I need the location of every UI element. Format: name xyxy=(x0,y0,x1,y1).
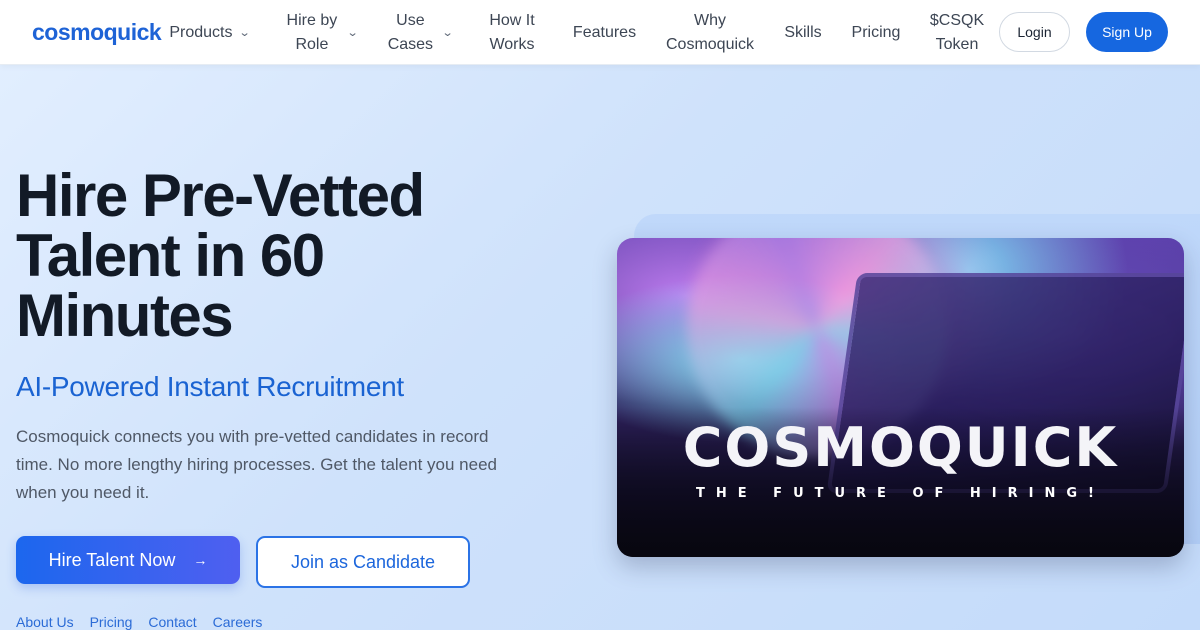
nav-item-pricing[interactable]: Pricing xyxy=(848,0,904,65)
footer-link-about[interactable]: About Us xyxy=(16,614,74,630)
login-button[interactable]: Login xyxy=(999,12,1070,52)
hero-image: COSMOQUICK THE FUTURE OF HIRING! xyxy=(617,238,1184,557)
nav-item-label: Features xyxy=(572,23,637,41)
site-logo[interactable]: cosmoquick xyxy=(32,19,162,46)
footer-link-pricing[interactable]: Pricing xyxy=(90,614,133,630)
footer-link-contact[interactable]: Contact xyxy=(148,614,196,630)
nav-item-why-cosmoquick[interactable]: Why Cosmoquick xyxy=(660,0,760,65)
nav-item-how-it-works[interactable]: How It Works xyxy=(484,0,540,65)
hero-description: Cosmoquick connects you with pre-vetted … xyxy=(16,427,497,502)
nav-item-label: Skills xyxy=(784,23,822,41)
chevron-down-icon: ⌄ xyxy=(239,26,252,39)
hero-image-title: COSMOQUICK xyxy=(682,416,1119,479)
nav-item-label: Use Cases xyxy=(387,11,434,53)
nav-item-label: Hire by Role xyxy=(286,11,338,53)
chevron-down-icon: ⌄ xyxy=(346,26,359,39)
nav-item-csqk-token[interactable]: $CSQK Token xyxy=(926,0,988,65)
nav-item-hire-by-role[interactable]: Hire by Role ⌄ xyxy=(283,0,359,65)
hero-subtitle: AI-Powered Instant Recruitment xyxy=(16,371,404,402)
signup-button[interactable]: Sign Up xyxy=(1086,12,1168,52)
hire-talent-button[interactable]: Hire Talent Now → xyxy=(16,536,240,584)
nav-item-label: Pricing xyxy=(851,23,901,41)
arrow-right-icon: → xyxy=(193,552,208,568)
nav-item-skills[interactable]: Skills xyxy=(782,0,824,65)
nav-item-label: $CSQK Token xyxy=(929,11,985,53)
nav-item-label: How It Works xyxy=(489,11,535,53)
nav-item-use-cases[interactable]: Use Cases ⌄ xyxy=(384,0,454,65)
site-header: cosmoquick Products ⌄ Hire by Role ⌄ Use C… xyxy=(0,0,1200,65)
nav-item-label: Products xyxy=(169,23,233,41)
join-as-candidate-button[interactable]: Join as Candidate xyxy=(256,536,470,588)
nav-item-products[interactable]: Products ⌄ xyxy=(167,0,252,65)
footer-links: About Us Pricing Contact Careers xyxy=(16,614,262,630)
chevron-down-icon: ⌄ xyxy=(442,26,454,39)
hero-image-tagline: THE FUTURE OF HIRING! xyxy=(696,486,1105,501)
nav-item-label: Why Cosmoquick xyxy=(665,11,755,53)
nav-item-features[interactable]: Features xyxy=(572,0,637,65)
hero-title: Hire Pre-Vetted Talent in 60 Minutes xyxy=(16,162,425,349)
hire-talent-label: Hire Talent Now xyxy=(48,549,176,570)
footer-link-careers[interactable]: Careers xyxy=(213,614,263,630)
